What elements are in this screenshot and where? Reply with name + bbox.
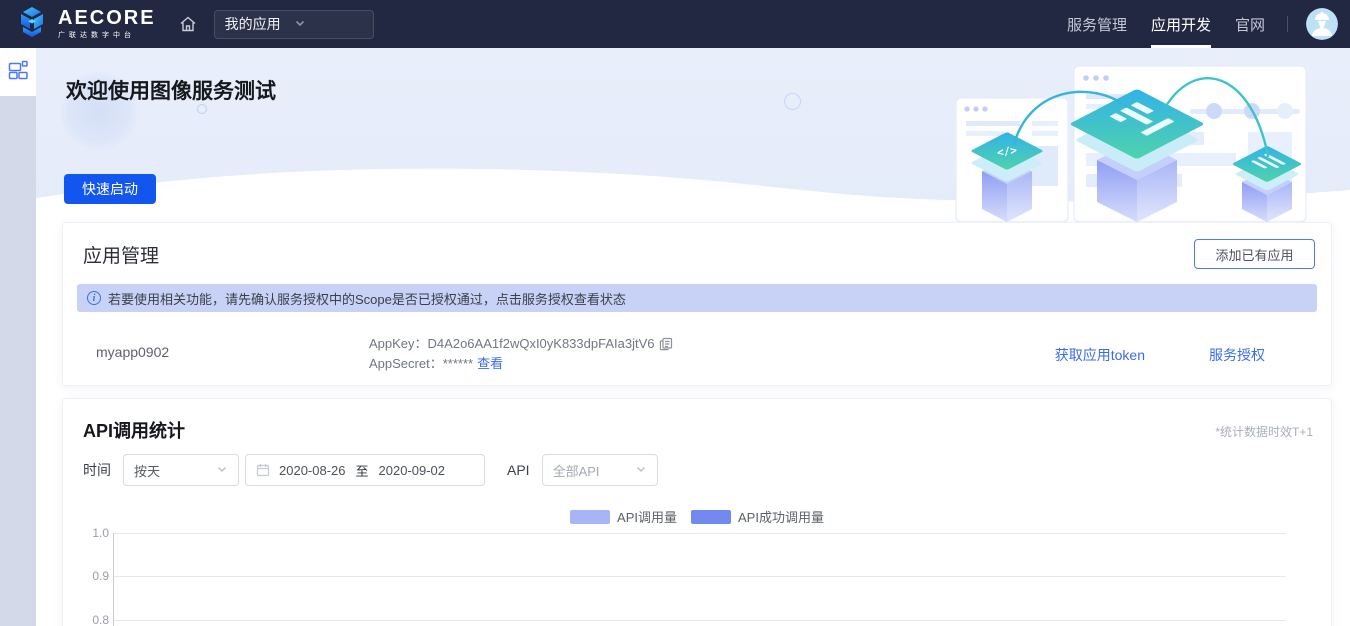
scope-notice-banner: i 若要使用相关功能，请先确认服务授权中的Scope是否已授权通过，点击服务授权… <box>77 284 1317 312</box>
user-avatar[interactable] <box>1306 8 1338 40</box>
service-authorization-link[interactable]: 服务授权 <box>1209 345 1265 365</box>
chevron-down-icon <box>294 16 363 32</box>
get-app-token-link[interactable]: 获取应用token <box>1055 345 1145 365</box>
sidebar-item-dashboard[interactable] <box>0 48 36 96</box>
api-select-value: 全部API <box>553 461 635 480</box>
top-navbar: AECORE 广联达数字中台 我的应用 服务管理 应用开发 官网 <box>0 0 1350 48</box>
date-start: 2020-08-26 <box>279 463 346 478</box>
api-stats-card: API调用统计 *统计数据时效T+1 时间 按天 2020-08-26 至 <box>62 398 1332 626</box>
app-credentials: AppKey： D4A2o6AA1f2wQxI0yK833dpFAIa3jtV6… <box>369 334 673 374</box>
date-separator: 至 <box>356 461 369 480</box>
app-select-value: 我的应用 <box>225 14 294 34</box>
stats-filters: 时间 按天 2020-08-26 至 2020-09-02 API <box>83 454 658 486</box>
chart-legend: API调用量 API成功调用量 <box>63 507 1331 526</box>
app-select[interactable]: 我的应用 <box>214 10 374 39</box>
brand[interactable]: AECORE 广联达数字中台 <box>14 4 156 45</box>
granularity-value: 按天 <box>134 461 216 480</box>
nav-item-app-development[interactable]: 应用开发 <box>1139 0 1223 48</box>
hero-illustration: </> <box>952 60 1310 222</box>
time-filter-label: 时间 <box>83 460 111 480</box>
appkey-value: D4A2o6AA1f2wQxI0yK833dpFAIa3jtV6 <box>428 334 655 354</box>
view-secret-link[interactable]: 查看 <box>477 354 503 374</box>
api-filter-label: API <box>507 462 530 478</box>
add-existing-app-button[interactable]: 添加已有应用 <box>1194 239 1315 269</box>
app-management-title: 应用管理 <box>83 241 159 268</box>
brand-logo-icon <box>14 4 50 45</box>
brand-subtitle: 广联达数字中台 <box>58 30 156 40</box>
y-tick-label: 0.9 <box>77 569 109 583</box>
hero-banner: </> <box>36 48 1350 222</box>
appsecret-row: AppSecret： ****** 查看 <box>369 354 673 374</box>
legend-item-api-calls[interactable]: API调用量 <box>570 507 677 526</box>
appsecret-masked: ****** <box>443 354 473 374</box>
hero-decor-ring-small <box>197 104 207 114</box>
notice-text: 若要使用相关功能，请先确认服务授权中的Scope是否已授权通过，点击服务授权查看… <box>108 289 626 308</box>
left-sidebar <box>0 48 36 626</box>
app-management-card: 应用管理 添加已有应用 i 若要使用相关功能，请先确认服务授权中的Scope是否… <box>62 222 1332 386</box>
hero-decor-ring-large <box>784 93 801 110</box>
chevron-down-icon <box>635 463 647 478</box>
quick-start-button[interactable]: 快速启动 <box>64 174 156 204</box>
date-range-picker[interactable]: 2020-08-26 至 2020-09-02 <box>245 454 485 486</box>
chevron-down-icon <box>216 463 228 478</box>
nav-item-official-site[interactable]: 官网 <box>1223 0 1277 48</box>
gridline <box>113 576 1286 577</box>
calendar-icon <box>256 463 270 477</box>
appkey-row: AppKey： D4A2o6AA1f2wQxI0yK833dpFAIa3jtV6 <box>369 334 673 354</box>
page-title: 欢迎使用图像服务测试 <box>66 75 276 105</box>
nav-menu: 服务管理 应用开发 官网 <box>1055 0 1338 48</box>
brand-name: AECORE <box>58 8 156 28</box>
stats-validity-note: *统计数据时效T+1 <box>1215 423 1313 440</box>
nav-item-service-management[interactable]: 服务管理 <box>1055 0 1139 48</box>
copy-icon[interactable] <box>659 337 673 351</box>
dashboard-grid-icon <box>8 60 28 85</box>
nav-divider <box>1287 16 1288 32</box>
legend-item-api-success-calls[interactable]: API成功调用量 <box>691 507 824 526</box>
granularity-select[interactable]: 按天 <box>123 454 239 486</box>
api-stats-title: API调用统计 <box>83 417 185 443</box>
date-end: 2020-09-02 <box>379 463 446 478</box>
appsecret-label: AppSecret： <box>369 354 443 374</box>
app-name: myapp0902 <box>96 344 169 360</box>
home-icon[interactable] <box>178 14 198 34</box>
page: AECORE 广联达数字中台 我的应用 服务管理 应用开发 官网 <box>0 0 1350 626</box>
legend-swatch-api-success-calls <box>691 510 731 524</box>
y-tick-label: 0.8 <box>77 613 109 626</box>
y-tick-label: 1.0 <box>77 526 109 540</box>
legend-swatch-api-calls <box>570 510 610 524</box>
gridline <box>113 620 1286 621</box>
info-circle-icon: i <box>87 291 101 305</box>
y-axis-line <box>113 533 114 626</box>
api-select[interactable]: 全部API <box>542 454 658 486</box>
appkey-label: AppKey： <box>369 334 428 354</box>
gridline <box>113 533 1286 534</box>
